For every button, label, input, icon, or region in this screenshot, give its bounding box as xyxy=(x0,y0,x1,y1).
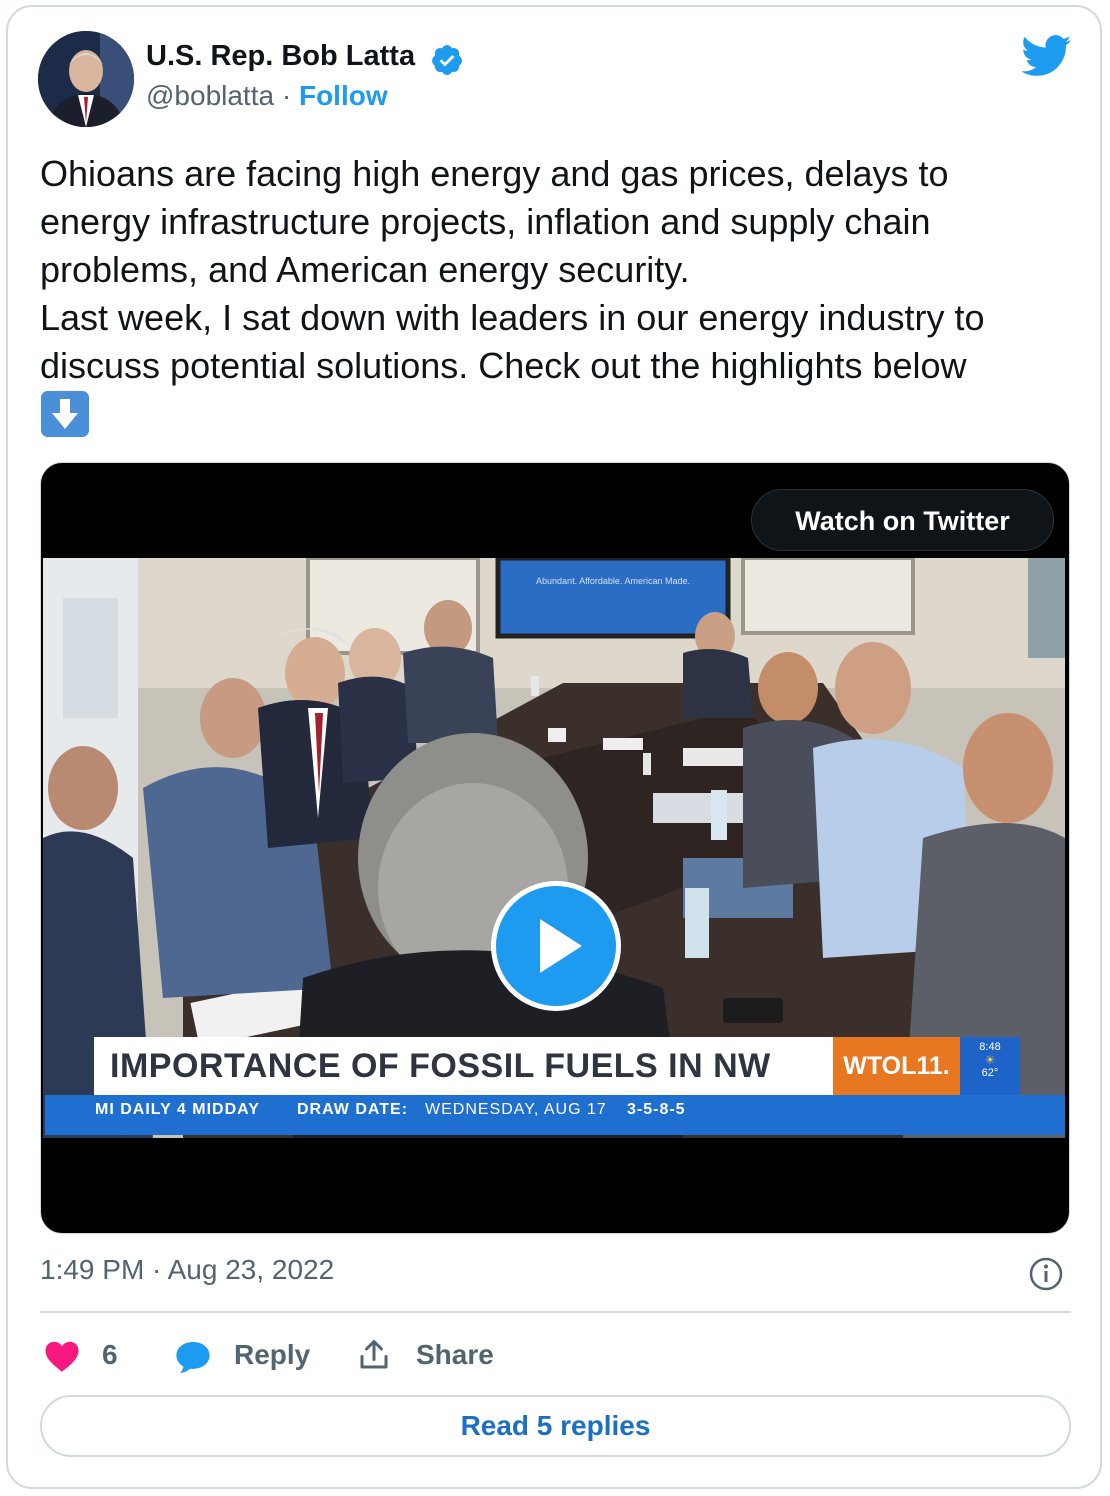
ticker-draw-label: DRAW DATE: xyxy=(297,1101,409,1118)
video-player[interactable]: Watch on Twitter Abundant. Affordable. A… xyxy=(40,462,1070,1234)
lower-third-headline: IMPORTANCE OF FOSSIL FUELS IN NW OHIO xyxy=(94,1037,834,1138)
author-name[interactable]: U.S. Rep. Bob Latta xyxy=(146,40,415,73)
watch-on-twitter-button[interactable]: Watch on Twitter xyxy=(751,489,1054,551)
heart-icon xyxy=(45,1341,79,1372)
tweet-timestamp[interactable]: 1:49 PM · Aug 23, 2022 xyxy=(40,1254,334,1286)
video-thumbnail[interactable]: Abundant. Affordable. American Made. IMP… xyxy=(43,558,1065,1138)
ticker-game: MI DAILY 4 MIDDAY xyxy=(95,1101,260,1118)
reply-label: Reply xyxy=(234,1339,311,1370)
handle-row: @boblatta · Follow xyxy=(146,80,388,112)
avatar[interactable] xyxy=(38,31,134,127)
station-logo: WTOL11. xyxy=(833,1037,960,1095)
play-button-icon[interactable] xyxy=(491,881,621,1011)
ticker-numbers: 3-5-8-5 xyxy=(627,1101,686,1118)
like-action[interactable]: 6 xyxy=(44,1335,134,1375)
tweet-text: Ohioans are facing high energy and gas p… xyxy=(40,153,985,386)
weather-widget: 8:48 ☀ 62° xyxy=(960,1037,1020,1095)
sun-icon: ☀ xyxy=(984,1053,996,1067)
share-icon xyxy=(360,1340,388,1369)
author-handle[interactable]: @boblatta xyxy=(146,80,274,111)
reply-bubble-icon xyxy=(176,1341,210,1373)
weather-temp: 62° xyxy=(981,1067,999,1079)
info-icon[interactable] xyxy=(1028,1256,1064,1292)
weather-time: 8:48 xyxy=(979,1041,1001,1053)
screen-slide-text: Abundant. Affordable. American Made. xyxy=(536,576,690,586)
ticker-draw-date: WEDNESDAY, AUG 17 xyxy=(425,1101,607,1118)
read-replies-button[interactable]: Read 5 replies xyxy=(40,1395,1071,1457)
down-arrow-emoji-icon xyxy=(41,391,89,437)
follow-link[interactable]: Follow xyxy=(299,80,388,111)
share-label: Share xyxy=(416,1339,494,1370)
share-action[interactable]: Share xyxy=(356,1335,506,1375)
verified-badge-icon xyxy=(432,45,462,75)
news-ticker: MI DAILY 4 MIDDAY DRAW DATE: WEDNESDAY, … xyxy=(45,1095,1065,1135)
like-count: 6 xyxy=(102,1339,118,1370)
divider xyxy=(40,1311,1071,1313)
separator: · xyxy=(281,80,292,111)
twitter-bird-icon[interactable] xyxy=(1022,35,1072,77)
reply-action[interactable]: Reply xyxy=(174,1335,324,1375)
